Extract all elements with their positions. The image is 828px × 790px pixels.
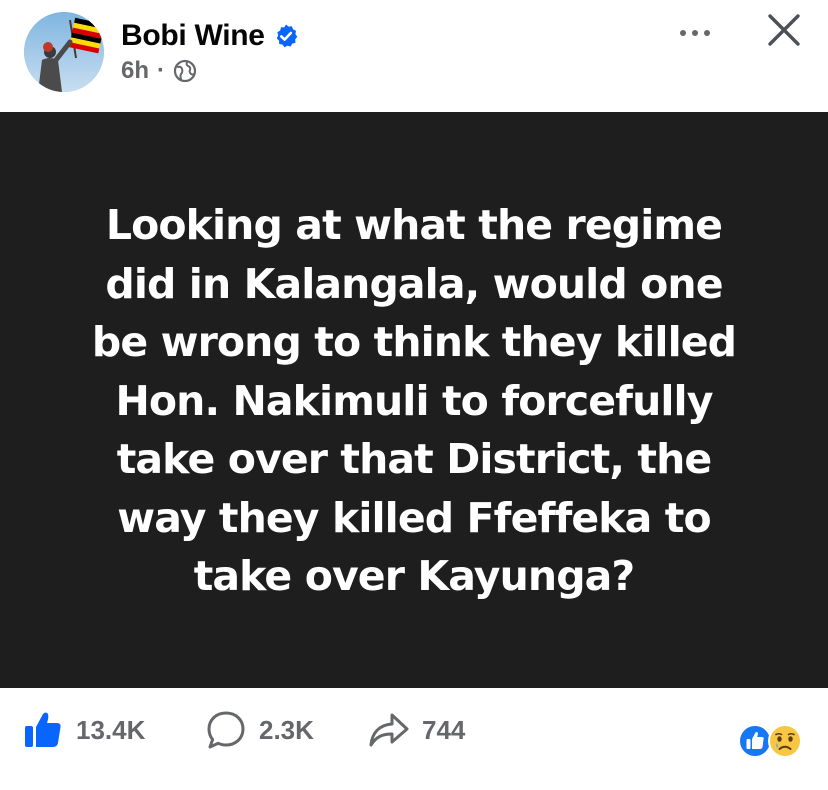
post-header: Bobi Wine 6h · (0, 0, 828, 112)
reaction-summary[interactable] (738, 724, 808, 760)
sad-reaction-icon (768, 724, 802, 758)
globe-icon (173, 59, 197, 83)
comment-button[interactable]: 2.3K (205, 708, 314, 752)
post-text-line: way they killed Ffeffeka to (117, 493, 711, 542)
like-button[interactable]: 13.4K (22, 708, 145, 752)
verified-badge-icon (273, 23, 299, 49)
close-icon (768, 14, 800, 46)
post-text-line: Hon. Nakimuli to forcefully (115, 376, 713, 425)
post-text-line: Looking at what the regime (105, 201, 723, 250)
author-row: Bobi Wine (121, 18, 299, 54)
meta-separator: · (157, 57, 166, 84)
more-options-button[interactable] (670, 18, 720, 48)
close-button[interactable] (762, 8, 806, 52)
comment-count: 2.3K (259, 714, 314, 745)
post-meta: 6h · (121, 56, 197, 86)
avatar[interactable] (24, 12, 104, 92)
author-name[interactable]: Bobi Wine (121, 19, 265, 53)
share-button[interactable]: 744 (368, 708, 465, 752)
post-text: Looking at what the regime did in Kalang… (64, 196, 764, 606)
more-horizontal-icon (680, 30, 686, 36)
post-text-line: be wrong to think they killed (91, 318, 737, 367)
comment-bubble-icon (207, 711, 245, 749)
like-reaction-icon (738, 724, 772, 758)
avatar-image (24, 12, 104, 92)
post-text-line: did in Kalangala, would one (105, 259, 723, 308)
share-arrow-icon (369, 713, 409, 747)
post-time[interactable]: 6h (121, 57, 149, 85)
post-footer: 13.4K 2.3K 744 (0, 688, 828, 790)
thumbs-up-icon (25, 712, 61, 747)
share-count: 744 (422, 714, 466, 745)
like-count: 13.4K (76, 714, 146, 745)
post-text-line: take over that District, the (116, 435, 712, 484)
post-text-line: take over Kayunga? (193, 552, 635, 601)
text-post-card[interactable]: Looking at what the regime did in Kalang… (0, 112, 828, 688)
